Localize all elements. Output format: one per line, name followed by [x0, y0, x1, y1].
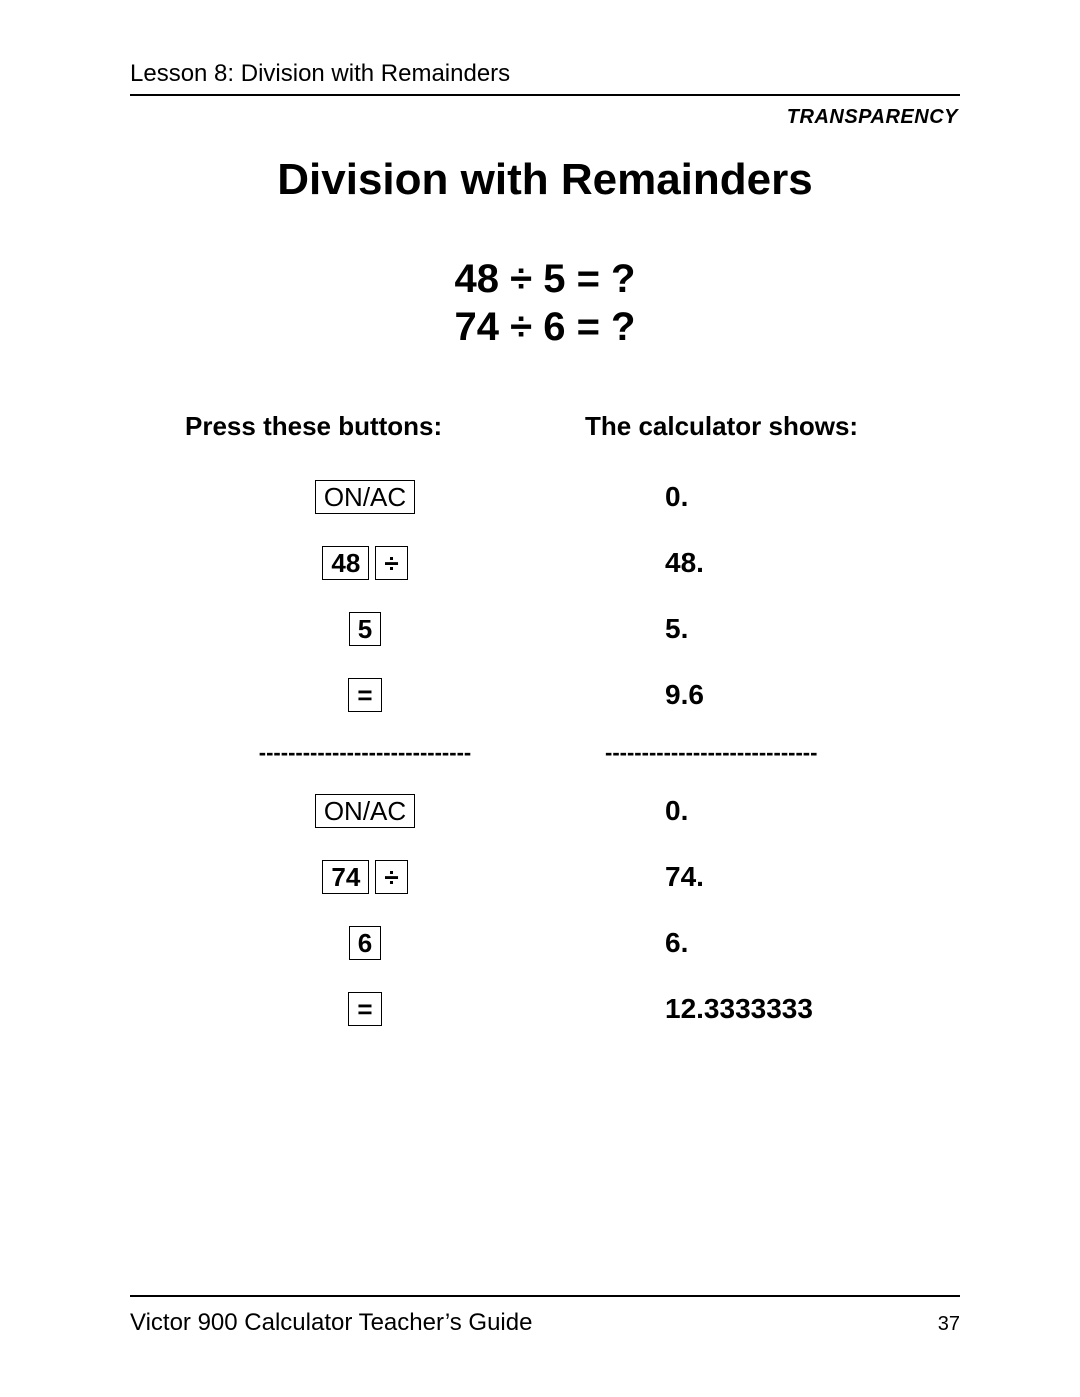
press-buttons-header: Press these buttons: [185, 411, 545, 442]
keycap-74: 74 [322, 860, 369, 895]
keycap-48: 48 [322, 546, 369, 581]
shows-row: 5. [545, 596, 905, 662]
keycap-6: 6 [349, 926, 381, 961]
shows-row: 6. [545, 910, 905, 976]
shows-row: 48. [545, 530, 905, 596]
keycap-on-ac: ON/AC [315, 794, 415, 829]
press-row: 5 [185, 596, 545, 662]
footer-title: Victor 900 Calculator Teacher’s Guide [130, 1309, 532, 1337]
footer-page-number: 37 [938, 1313, 960, 1336]
calculator-shows-header: The calculator shows: [545, 411, 905, 442]
shows-row: 12.3333333 [545, 976, 905, 1042]
shows-value: 0. [665, 795, 688, 827]
shows-value: 0. [665, 481, 688, 513]
press-row: 48 ÷ [185, 530, 545, 596]
problem-2: 74 ÷ 6 = ? [130, 303, 960, 351]
shows-row: 9.6 [545, 662, 905, 728]
press-row: ON/AC [185, 464, 545, 530]
shows-row: 0. [545, 464, 905, 530]
keycap-on-ac: ON/AC [315, 480, 415, 515]
keycap-equals: = [348, 992, 381, 1027]
shows-value: 6. [665, 927, 688, 959]
shows-row: 0. [545, 778, 905, 844]
press-row: = [185, 976, 545, 1042]
shows-value: 74. [665, 861, 704, 893]
press-row: ON/AC [185, 778, 545, 844]
shows-row: 74. [545, 844, 905, 910]
lesson-header: Lesson 8: Division with Remainders [130, 60, 960, 96]
press-row: = [185, 662, 545, 728]
keycap-5: 5 [349, 612, 381, 647]
shows-value: 9.6 [665, 679, 704, 711]
keycap-equals: = [348, 678, 381, 713]
problem-1: 48 ÷ 5 = ? [130, 255, 960, 303]
shows-value: 5. [665, 613, 688, 645]
shows-value: 48. [665, 547, 704, 579]
page-footer: Victor 900 Calculator Teacher’s Guide 37 [130, 1295, 960, 1337]
separator-right: ----------------------------- [545, 728, 905, 778]
keycap-divide: ÷ [375, 860, 407, 895]
page-title: Division with Remainders [130, 155, 960, 205]
problems-block: 48 ÷ 5 = ? 74 ÷ 6 = ? [130, 255, 960, 351]
separator-left: ----------------------------- [185, 728, 545, 778]
shows-value: 12.3333333 [665, 993, 813, 1025]
press-row: 6 [185, 910, 545, 976]
transparency-label: TRANSPARENCY [130, 106, 958, 129]
keycap-divide: ÷ [375, 546, 407, 581]
press-row: 74 ÷ [185, 844, 545, 910]
